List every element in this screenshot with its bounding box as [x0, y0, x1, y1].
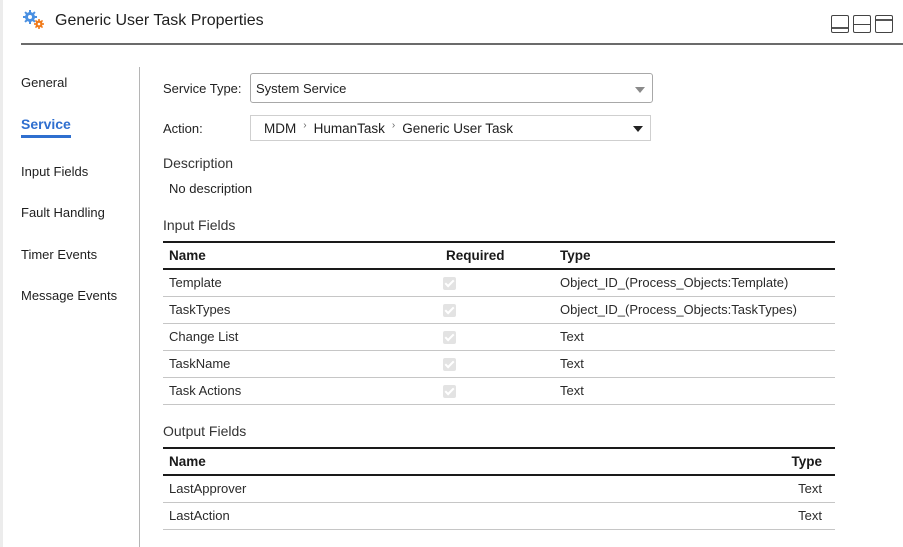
action-path-segment: MDM — [264, 121, 297, 136]
field-name: LastAction — [163, 502, 585, 530]
chevron-down-icon — [635, 87, 645, 93]
field-name: TaskTypes — [163, 296, 440, 324]
left-edge-strip — [0, 0, 3, 547]
field-type: Text — [584, 475, 835, 503]
sidebar-divider — [139, 67, 140, 547]
field-name: Change List — [163, 323, 440, 351]
description-heading: Description — [163, 155, 234, 171]
required-cell — [440, 296, 554, 324]
action-select[interactable]: MDM › HumanTask › Generic User Task — [250, 115, 651, 141]
action-breadcrumb: MDM › HumanTask › Generic User Task — [264, 120, 514, 136]
table-row[interactable]: TaskTypes Object_ID_(Process_Objects:Tas… — [163, 296, 835, 324]
required-checkbox — [443, 385, 456, 399]
field-name: TaskName — [163, 350, 440, 378]
sidebar-item-input-fields[interactable]: Input Fields — [21, 164, 88, 179]
field-type: Text — [584, 502, 835, 530]
field-type: Text — [554, 323, 835, 351]
table-row[interactable]: LastApprover Text — [163, 475, 835, 503]
column-header-required: Required — [440, 241, 554, 270]
breadcrumb-separator-icon: › — [391, 120, 396, 131]
field-type: Text — [554, 377, 835, 405]
breadcrumb-separator-icon: › — [303, 120, 307, 131]
service-type-value: System Service — [256, 81, 347, 96]
table-header-row: Name Required Type — [163, 241, 835, 270]
field-name: LastApprover — [163, 475, 585, 503]
required-checkbox — [443, 331, 456, 345]
gears-icon — [21, 9, 45, 31]
output-fields-table: Name Type LastApprover Text LastAction T… — [163, 447, 835, 530]
table-row[interactable]: Task Actions Text — [163, 377, 835, 405]
required-cell — [440, 377, 554, 405]
sidebar-item-fault-handling[interactable]: Fault Handling — [21, 205, 105, 220]
table-row[interactable]: LastAction Text — [163, 502, 835, 530]
output-fields-heading: Output Fields — [163, 423, 247, 439]
input-fields-table: Name Required Type Template Object_ID_(P… — [163, 241, 835, 405]
action-path-segment: Generic User Task — [402, 121, 514, 136]
service-type-select[interactable]: System Service — [250, 73, 653, 103]
sidebar-item-timer-events[interactable]: Timer Events — [21, 247, 97, 262]
sidebar-item-general[interactable]: General — [21, 75, 67, 90]
input-fields-heading: Input Fields — [163, 217, 236, 233]
sidebar-item-service[interactable]: Service — [21, 116, 71, 138]
service-type-label: Service Type: — [163, 81, 242, 96]
action-path-segment: HumanTask — [313, 121, 385, 136]
service-panel: Service Type: System Service Action: MDM… — [163, 0, 903, 547]
required-checkbox — [443, 358, 456, 372]
chevron-down-icon — [633, 126, 643, 132]
field-type: Object_ID_(Process_Objects:TaskTypes) — [554, 296, 835, 324]
required-cell — [440, 323, 554, 351]
table-row[interactable]: TaskName Text — [163, 350, 835, 378]
description-text: No description — [169, 181, 253, 196]
field-type: Text — [554, 350, 835, 378]
field-type: Object_ID_(Process_Objects:Template) — [554, 269, 835, 297]
table-row[interactable]: Change List Text — [163, 323, 835, 351]
field-name: Task Actions — [163, 377, 440, 405]
required-checkbox — [443, 304, 456, 318]
table-header-row: Name Type — [163, 447, 835, 476]
action-label: Action: — [163, 121, 203, 136]
table-row[interactable]: Template Object_ID_(Process_Objects:Temp… — [163, 269, 835, 297]
column-header-name: Name — [163, 447, 585, 476]
field-name: Template — [163, 269, 440, 297]
column-header-name: Name — [163, 241, 440, 270]
column-header-type: Type — [584, 447, 835, 476]
sidebar-item-message-events[interactable]: Message Events — [21, 288, 117, 303]
required-cell — [440, 350, 554, 378]
required-cell — [440, 269, 554, 297]
column-header-type: Type — [554, 241, 835, 270]
required-checkbox — [443, 277, 456, 291]
